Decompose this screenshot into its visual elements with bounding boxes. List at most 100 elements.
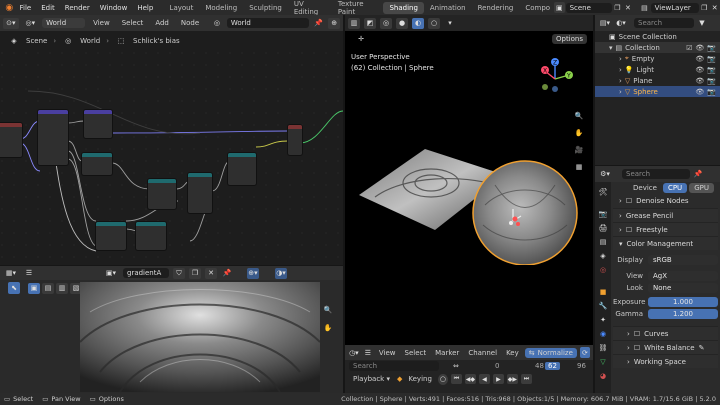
- length-node[interactable]: [82, 153, 112, 175]
- outliner-item-sphere[interactable]: › ▽ Sphere 👁 📷: [595, 86, 720, 97]
- node-menu-view[interactable]: View: [89, 19, 114, 27]
- material-tab-icon[interactable]: ◕: [597, 370, 609, 381]
- menu-file[interactable]: File: [15, 4, 37, 12]
- freestyle-checkbox-icon[interactable]: ☐: [626, 226, 632, 234]
- math-node-3[interactable]: [228, 153, 256, 185]
- grease-pencil-panel[interactable]: › Grease Pencil: [613, 208, 718, 222]
- breadcrumb-world[interactable]: World: [80, 37, 100, 45]
- menu-help[interactable]: Help: [132, 4, 158, 12]
- view-layer-icon[interactable]: ▤: [639, 2, 650, 13]
- math-node-5[interactable]: [136, 222, 166, 250]
- math-node-1[interactable]: [148, 179, 176, 209]
- separate-node[interactable]: [84, 110, 112, 138]
- timeline-sync-icon[interactable]: ⟳: [579, 347, 590, 358]
- shading-wire-icon[interactable]: ◎: [380, 17, 392, 29]
- jump-end-icon[interactable]: ⏭: [520, 374, 532, 384]
- prev-keyframe-icon[interactable]: ◀◆: [464, 374, 476, 384]
- pin-image-icon[interactable]: 📌: [221, 268, 233, 279]
- snap-icon[interactable]: ⊕: [328, 17, 340, 29]
- math-node-4[interactable]: [96, 222, 126, 250]
- menu-edit[interactable]: Edit: [36, 4, 60, 12]
- timeline-menu-select[interactable]: Select: [402, 349, 430, 357]
- view-layer-selector[interactable]: ViewLayer: [650, 2, 699, 13]
- breadcrumb-scene[interactable]: Scene: [26, 37, 47, 45]
- view-layer-tab-icon[interactable]: ▤: [597, 236, 609, 247]
- checkbox-icon[interactable]: ☑: [686, 44, 692, 52]
- properties-editor-type-icon[interactable]: ⚙▾: [598, 169, 612, 180]
- constraints-tab-icon[interactable]: ⛓: [597, 342, 609, 353]
- navigation-gizmo[interactable]: Z Y X: [537, 57, 577, 97]
- editor-type-icon[interactable]: ▦▾: [3, 268, 19, 279]
- blender-logo-icon[interactable]: ◉: [4, 2, 15, 13]
- close-image-icon[interactable]: ✕: [205, 267, 217, 279]
- timeline-menu-marker[interactable]: Marker: [432, 349, 462, 357]
- curves-checkbox-icon[interactable]: ☐: [634, 330, 640, 338]
- new-scene-icon[interactable]: ❐: [612, 2, 623, 13]
- expand-icon[interactable]: ›: [619, 77, 622, 85]
- visibility-eye-icon[interactable]: 👁: [695, 66, 704, 74]
- view-dropdown[interactable]: AgX: [648, 271, 718, 281]
- node-menu-select[interactable]: Select: [118, 19, 148, 27]
- select-mode-icon-1[interactable]: ▣: [28, 282, 40, 294]
- duplicate-image-icon[interactable]: ❐: [189, 267, 201, 279]
- shading-render-icon[interactable]: ○: [428, 17, 440, 29]
- new-view-layer-icon[interactable]: ❐: [699, 2, 710, 13]
- denoise-nodes-panel[interactable]: › ☐ Denoise Nodes: [613, 194, 718, 208]
- timeline-editor-type-icon[interactable]: ◷▾: [348, 347, 360, 358]
- xray-icon[interactable]: ◩: [364, 17, 376, 29]
- output-node[interactable]: [288, 125, 302, 155]
- tab-sculpting[interactable]: Sculpting: [243, 2, 288, 14]
- normalize-toggle[interactable]: ⇆ Normalize: [524, 347, 577, 358]
- world-name-field[interactable]: World: [226, 18, 309, 28]
- tab-shading[interactable]: Shading: [383, 1, 424, 14]
- outliner-search-input[interactable]: Search: [634, 18, 694, 28]
- denoise-checkbox-icon[interactable]: ☐: [626, 197, 632, 205]
- timeline-menu-key[interactable]: Key: [503, 349, 522, 357]
- timeline-menu-channel[interactable]: Channel: [465, 349, 500, 357]
- delete-view-layer-icon[interactable]: ✕: [709, 2, 720, 13]
- viewport-pan-icon[interactable]: ✋: [573, 127, 585, 138]
- shading-solid-icon[interactable]: ●: [396, 17, 408, 29]
- device-cpu-button[interactable]: CPU: [662, 183, 688, 193]
- look-dropdown[interactable]: None: [648, 283, 718, 293]
- world-icon[interactable]: ◎▾: [23, 18, 39, 29]
- play-reverse-icon[interactable]: ◀: [478, 374, 490, 384]
- image-preview[interactable]: [80, 282, 320, 392]
- outliner-item-plane[interactable]: › ▽ Plane 👁 📷: [595, 75, 720, 86]
- render-tab-icon[interactable]: 📷: [597, 208, 609, 219]
- pin-icon[interactable]: 📌: [313, 18, 325, 29]
- shield-icon[interactable]: ⛉: [173, 267, 185, 279]
- image-name-field[interactable]: gradientA: [123, 268, 169, 278]
- device-gpu-button[interactable]: GPU: [689, 183, 714, 193]
- delete-scene-icon[interactable]: ✕: [623, 2, 634, 13]
- white-balance-checkbox-icon[interactable]: ☐: [634, 344, 640, 352]
- image-icon[interactable]: ▣▾: [103, 268, 119, 279]
- tab-animation[interactable]: Animation: [424, 2, 472, 14]
- expand-icon[interactable]: ›: [619, 88, 622, 96]
- color-management-panel[interactable]: ▾ Color Management: [613, 236, 718, 250]
- data-tab-icon[interactable]: ▽: [597, 356, 609, 367]
- visibility-eye-icon[interactable]: 👁: [695, 44, 704, 52]
- modifier-tab-icon[interactable]: 🔧: [597, 300, 609, 311]
- display-dropdown[interactable]: sRGB: [648, 255, 718, 265]
- snap-icon[interactable]: ⊕▾: [247, 267, 259, 279]
- expand-icon[interactable]: ▾: [609, 44, 613, 52]
- filter-icon[interactable]: ▼: [696, 18, 708, 29]
- shading-material-icon[interactable]: ◐: [412, 17, 424, 29]
- physics-tab-icon[interactable]: ◉: [597, 328, 609, 339]
- visibility-eye-icon[interactable]: 👁: [695, 55, 704, 63]
- node-menu-add[interactable]: Add: [151, 19, 173, 27]
- texture-coordinate-node[interactable]: [0, 123, 22, 157]
- output-tab-icon[interactable]: 🖨: [597, 222, 609, 233]
- eyedropper-icon[interactable]: ✎: [699, 344, 705, 352]
- scene-tab-icon[interactable]: ◈: [597, 250, 609, 261]
- sphere-object[interactable]: [472, 160, 578, 265]
- render-camera-icon[interactable]: 📷: [707, 77, 720, 85]
- play-icon[interactable]: ▶: [492, 374, 504, 384]
- select-mode-icon-3[interactable]: ▥: [56, 282, 68, 294]
- menu-window[interactable]: Window: [95, 4, 133, 12]
- expand-icon[interactable]: ›: [619, 55, 622, 63]
- scene-icon[interactable]: ▣: [554, 2, 565, 13]
- viewport-options-button[interactable]: Options: [551, 34, 587, 44]
- tab-compositing[interactable]: Compo: [519, 2, 552, 14]
